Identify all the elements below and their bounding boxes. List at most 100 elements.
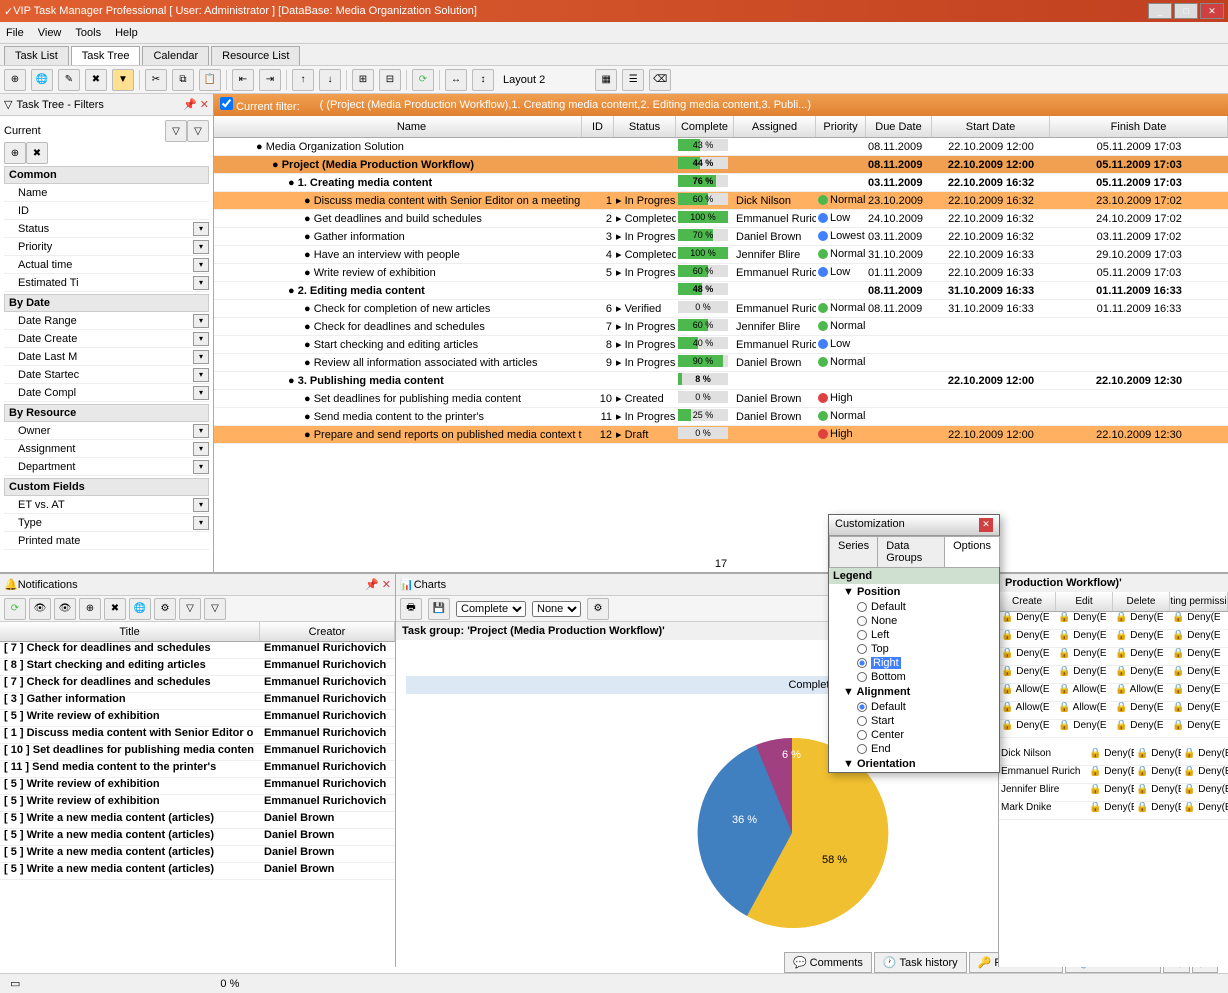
list-item[interactable]: [ 1 ] Discuss media content with Senior … — [0, 727, 395, 744]
notif-btn4[interactable]: ⊕ — [79, 598, 101, 620]
col-start[interactable]: Start Date — [932, 116, 1050, 137]
opt-a-default[interactable]: Default — [829, 700, 999, 714]
dd-owner[interactable]: ▾ — [193, 424, 209, 438]
list-item[interactable]: [ 10 ] Set deadlines for publishing medi… — [0, 744, 395, 761]
notif-close-icon[interactable]: ✕ — [382, 578, 391, 591]
notif-btn8[interactable]: ▽ — [179, 598, 201, 620]
dlg-close-button[interactable]: ✕ — [979, 518, 993, 532]
pcol-delete[interactable]: Delete — [1113, 592, 1170, 611]
tab-task-list[interactable]: Task List — [4, 46, 69, 65]
table-row[interactable]: ● 3. Publishing media content8 %22.10.20… — [214, 372, 1228, 390]
dlg-position[interactable]: ▼ Position — [829, 584, 999, 600]
opt-top[interactable]: Top — [829, 642, 999, 656]
btab-history[interactable]: 🕐 Task history — [874, 952, 967, 973]
table-row[interactable]: Dick Nilson🔒 Deny(E🔒 Deny(E🔒 Deny(E — [999, 748, 1228, 766]
tool-filter[interactable]: ▼ — [112, 69, 134, 91]
dlg-tab-options[interactable]: Options — [944, 536, 1000, 567]
tool-collapse[interactable]: ⊟ — [379, 69, 401, 91]
opt-right[interactable]: Right — [829, 656, 999, 670]
panel-pin-icon[interactable]: 📌 — [183, 98, 197, 111]
list-item[interactable]: [ 5 ] Write a new media content (article… — [0, 846, 395, 863]
table-row[interactable]: ● Start checking and editing articles8▸ … — [214, 336, 1228, 354]
section-custom[interactable]: Custom Fields — [4, 478, 209, 496]
tool-delete[interactable]: ✖ — [85, 69, 107, 91]
chart-opt[interactable]: ⚙ — [587, 598, 609, 620]
table-row[interactable]: Emmanuel Rurich🔒 Deny(E🔒 Deny(E🔒 Deny(E — [999, 766, 1228, 784]
table-row[interactable]: ● Prepare and send reports on published … — [214, 426, 1228, 444]
table-row[interactable]: 🔒 Deny(E🔒 Deny(E🔒 Deny(E🔒 Deny(E — [999, 648, 1228, 666]
list-item[interactable]: [ 5 ] Write review of exhibitionEmmanuel… — [0, 795, 395, 812]
table-row[interactable]: ● Get deadlines and build schedules2▸ Co… — [214, 210, 1228, 228]
list-item[interactable]: [ 5 ] Write review of exhibitionEmmanuel… — [0, 710, 395, 727]
opt-a-start[interactable]: Start — [829, 714, 999, 728]
list-item[interactable]: [ 3 ] Gather informationEmmanuel Ruricho… — [0, 693, 395, 710]
dd-estimated[interactable]: ▾ — [193, 276, 209, 290]
table-row[interactable]: ● 1. Creating media content76 %03.11.200… — [214, 174, 1228, 192]
tool-paste[interactable]: 📋 — [199, 69, 221, 91]
menu-file[interactable]: File — [6, 27, 24, 39]
section-byresource[interactable]: By Resource — [4, 404, 209, 422]
dd-type[interactable]: ▾ — [193, 516, 209, 530]
dd-status[interactable]: ▾ — [193, 222, 209, 236]
table-row[interactable]: 🔒 Allow(E🔒 Allow(E🔒 Allow(E🔒 Deny(E — [999, 684, 1228, 702]
dlg-tab-datagroups[interactable]: Data Groups — [877, 536, 945, 567]
notif-btn3[interactable]: 👁 — [54, 598, 76, 620]
filter-check[interactable] — [220, 97, 233, 110]
table-row[interactable]: ● Review all information associated with… — [214, 354, 1228, 372]
list-item[interactable]: [ 7 ] Check for deadlines and schedulesE… — [0, 676, 395, 693]
col-due[interactable]: Due Date — [866, 116, 932, 137]
table-row[interactable]: ● Media Organization Solution43 %08.11.2… — [214, 138, 1228, 156]
tool-indent[interactable]: ⇥ — [259, 69, 281, 91]
notif-btn9[interactable]: ▽ — [204, 598, 226, 620]
list-item[interactable]: [ 5 ] Write a new media content (article… — [0, 863, 395, 880]
grid-body[interactable]: ● Media Organization Solution43 %08.11.2… — [214, 138, 1228, 556]
list-item[interactable]: [ 11 ] Send media content to the printer… — [0, 761, 395, 778]
table-row[interactable]: ● Send media content to the printer's11▸… — [214, 408, 1228, 426]
col-id[interactable]: ID — [582, 116, 614, 137]
table-row[interactable]: ● Write review of exhibition5▸ In Progre… — [214, 264, 1228, 282]
tool-outdent[interactable]: ⇤ — [232, 69, 254, 91]
tool-columns[interactable]: ▦ — [595, 69, 617, 91]
minimize-button[interactable]: _ — [1148, 3, 1172, 19]
maximize-button[interactable]: □ — [1174, 3, 1198, 19]
dlg-tab-series[interactable]: Series — [829, 536, 878, 567]
tool-up[interactable]: ↑ — [292, 69, 314, 91]
tool-copy[interactable]: ⧉ — [172, 69, 194, 91]
notif-btn7[interactable]: ⚙ — [154, 598, 176, 620]
menu-tools[interactable]: Tools — [75, 27, 101, 39]
col-complete[interactable]: Complete — [676, 116, 734, 137]
opt-default[interactable]: Default — [829, 600, 999, 614]
filter-btn-a[interactable]: ⊕ — [4, 142, 26, 164]
list-item[interactable]: [ 5 ] Write a new media content (article… — [0, 829, 395, 846]
tool-expand[interactable]: ⊞ — [352, 69, 374, 91]
panel-close-icon[interactable]: ✕ — [200, 98, 209, 111]
list-item[interactable]: [ 5 ] Write review of exhibitionEmmanuel… — [0, 778, 395, 795]
table-row[interactable]: 🔒 Deny(E🔒 Deny(E🔒 Deny(E🔒 Deny(E — [999, 720, 1228, 738]
col-assigned[interactable]: Assigned — [734, 116, 816, 137]
layout-label[interactable]: Layout 2 — [503, 74, 545, 86]
tool-globe[interactable]: 🌐 — [31, 69, 53, 91]
notif-refresh[interactable]: ⟳ — [4, 598, 26, 620]
dlg-orientation[interactable]: ▼ Orientation — [829, 756, 999, 772]
table-row[interactable]: ● Have an interview with people4▸ Comple… — [214, 246, 1228, 264]
table-row[interactable]: 🔒 Deny(E🔒 Deny(E🔒 Deny(E🔒 Deny(E — [999, 630, 1228, 648]
chart-select-complete[interactable]: Complete — [456, 601, 526, 617]
pcol-edit[interactable]: Edit — [1056, 592, 1113, 611]
ncol-title[interactable]: Title — [0, 622, 260, 641]
tool-down[interactable]: ↓ — [319, 69, 341, 91]
close-button[interactable]: ✕ — [1200, 3, 1224, 19]
opt-a-end[interactable]: End — [829, 742, 999, 756]
tool-hresize[interactable]: ↔ — [445, 69, 467, 91]
menu-view[interactable]: View — [38, 27, 62, 39]
col-finish[interactable]: Finish Date — [1050, 116, 1228, 137]
dd-actual[interactable]: ▾ — [193, 258, 209, 272]
col-status[interactable]: Status — [614, 116, 676, 137]
table-row[interactable]: ● Check for deadlines and schedules7▸ In… — [214, 318, 1228, 336]
table-row[interactable]: 🔒 Allow(E🔒 Allow(E🔒 Deny(E🔒 Deny(E — [999, 702, 1228, 720]
btab-comments[interactable]: 💬 Comments — [784, 952, 872, 973]
tool-group[interactable]: ☰ — [622, 69, 644, 91]
tool-refresh[interactable]: ⟳ — [412, 69, 434, 91]
opt-none[interactable]: None — [829, 614, 999, 628]
chart-print[interactable]: 🖶 — [400, 598, 422, 620]
dd-dco[interactable]: ▾ — [193, 386, 209, 400]
